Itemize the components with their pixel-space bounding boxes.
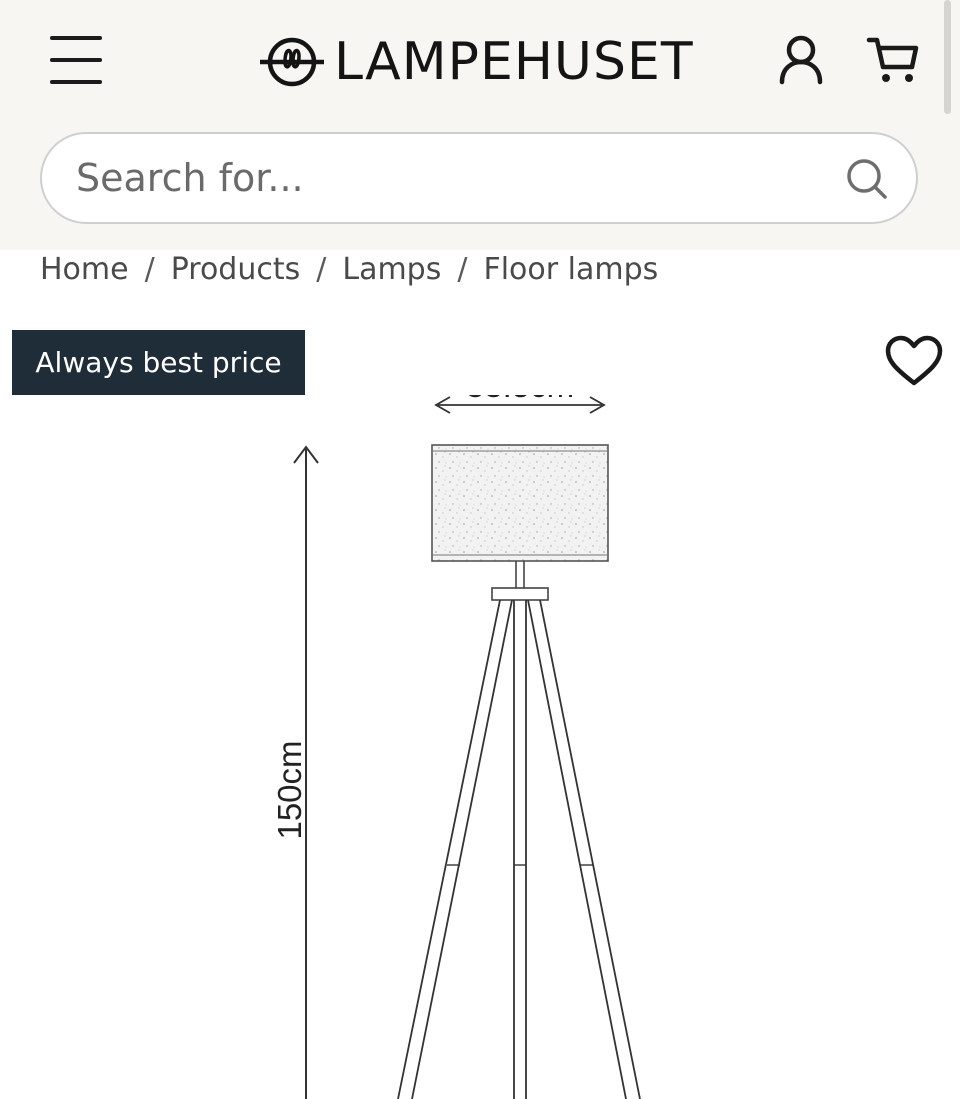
cart-icon[interactable] <box>866 34 922 86</box>
hamburger-menu-icon[interactable] <box>44 30 108 90</box>
lamp-shade <box>431 444 609 562</box>
search-input[interactable] <box>74 155 818 201</box>
breadcrumb-separator: / <box>457 251 468 287</box>
site-header: LAMPEHUSET <box>0 0 960 250</box>
breadcrumb: Home / Products / Lamps / Floor lamps <box>40 246 658 292</box>
floor-lamp-dimension-diagram: 38.5cm 150cm <box>271 395 641 1099</box>
search-bar <box>40 132 918 224</box>
breadcrumb-separator: / <box>144 251 155 287</box>
scrollbar[interactable] <box>944 0 951 114</box>
lamp-neck <box>491 561 549 601</box>
breadcrumb-floor-lamps[interactable]: Floor lamps <box>483 252 658 287</box>
height-label: 150cm <box>271 740 308 839</box>
height-dimension: 150cm <box>271 445 319 1099</box>
breadcrumb-products[interactable]: Products <box>171 252 301 287</box>
menu-line <box>50 80 102 84</box>
width-label: 38.5cm <box>466 395 574 404</box>
product-image[interactable]: 38.5cm 150cm <box>0 395 960 1099</box>
logo-text: LAMPEHUSET <box>334 32 694 92</box>
breadcrumb-separator: / <box>316 251 327 287</box>
user-icon[interactable] <box>778 34 824 86</box>
lampehuset-logo-mark-icon <box>260 37 324 87</box>
search-icon[interactable] <box>844 156 890 202</box>
heart-icon[interactable] <box>884 334 944 388</box>
product-page: LAMPEHUSET Home / Products / Lamps / Flo… <box>0 0 960 1099</box>
breadcrumb-home[interactable]: Home <box>40 252 129 287</box>
tripod-legs <box>397 599 641 1099</box>
width-dimension: 38.5cm <box>434 395 606 414</box>
site-logo[interactable]: LAMPEHUSET <box>258 32 694 92</box>
price-badge: Always best price <box>12 330 305 395</box>
breadcrumb-lamps[interactable]: Lamps <box>342 252 441 287</box>
menu-line <box>50 36 102 40</box>
menu-line <box>50 58 102 62</box>
